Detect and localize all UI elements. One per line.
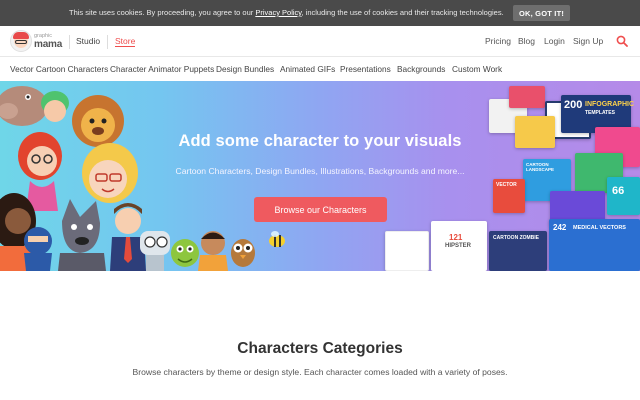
product-covers-collage: 200 INFOGRAPHIC TEMPLATES CARTOON LANDSC…	[385, 81, 640, 271]
side-count: 66	[612, 185, 625, 197]
subnav-backgrounds[interactable]: Backgrounds	[397, 64, 445, 74]
nav-pricing[interactable]: Pricing	[485, 36, 511, 46]
cookie-accept-button[interactable]: OK, GOT IT!	[513, 5, 570, 21]
nav-login[interactable]: Login	[544, 36, 565, 46]
categories-subtitle: Browse characters by theme or design sty…	[132, 367, 508, 377]
logo-hair	[13, 32, 29, 39]
browse-characters-button[interactable]: Browse our Characters	[254, 197, 387, 222]
nav-store[interactable]: Store	[115, 36, 136, 47]
logo-text[interactable]: mama	[34, 39, 62, 50]
cover-card	[509, 86, 545, 108]
nav-blog[interactable]: Blog	[518, 36, 535, 46]
zombie-label: CARTOON ZOMBIE	[493, 235, 540, 241]
infographic-label: INFOGRAPHIC	[585, 101, 634, 108]
hipster-label: HIPSTER	[445, 243, 472, 249]
subnav-animated-gifs[interactable]: Animated GIFs	[280, 64, 335, 74]
nav-signup[interactable]: Sign Up	[573, 36, 603, 46]
nav-studio[interactable]: Studio	[76, 36, 100, 46]
zombie-cover: CARTOON ZOMBIE	[489, 231, 547, 271]
privacy-policy-link[interactable]: Privacy Policy	[255, 8, 301, 17]
cookie-banner: This site uses cookies. By proceeding, y…	[0, 0, 640, 26]
medical-label: MEDICAL VECTORS	[573, 225, 626, 231]
infographic-count: 200	[564, 99, 583, 111]
vector-label: VECTOR	[496, 182, 517, 188]
templates-label: TEMPLATES	[585, 110, 615, 116]
search-icon[interactable]	[616, 35, 628, 47]
categories-title: Characters Categories	[237, 340, 403, 357]
subnav-presentations[interactable]: Presentations	[340, 64, 391, 74]
cookie-message: This site uses cookies. By proceeding, y…	[69, 8, 504, 17]
subnav-design-bundles[interactable]: Design Bundles	[216, 64, 274, 74]
logo-icon[interactable]	[10, 30, 32, 52]
header-divider	[107, 35, 108, 49]
subnav-character-animator-puppets[interactable]: Character Animator Puppets	[110, 64, 214, 74]
category-nav: Vector Cartoon Characters Character Anim…	[0, 58, 640, 81]
side-cover: 66	[607, 177, 640, 215]
site-header: graphic mama Studio Store Pricing Blog L…	[0, 26, 640, 57]
logo-glasses	[15, 40, 27, 44]
cover-card	[385, 231, 429, 271]
hero-subtitle: Cartoon Characters, Design Bundles, Illu…	[175, 166, 465, 176]
subnav-vector-cartoon-characters[interactable]: Vector Cartoon Characters	[10, 64, 108, 74]
medical-cover: 242 MEDICAL VECTORS	[549, 219, 640, 271]
cookie-text-before: This site uses cookies. By proceeding, y…	[69, 8, 256, 17]
vector-cover: VECTOR	[493, 179, 525, 213]
hipster-cover: 121 HIPSTER	[431, 221, 487, 271]
hero-banner: 200 INFOGRAPHIC TEMPLATES CARTOON LANDSC…	[0, 81, 640, 271]
hero-title: Add some character to your visuals	[178, 132, 462, 150]
cartoon-characters-illustration	[0, 86, 285, 271]
hipster-count: 121	[449, 233, 463, 242]
header-divider	[69, 35, 70, 49]
medical-count: 242	[553, 223, 567, 232]
subnav-custom-work[interactable]: Custom Work	[452, 64, 502, 74]
cookie-text-after: , including the use of cookies and their…	[301, 8, 504, 17]
